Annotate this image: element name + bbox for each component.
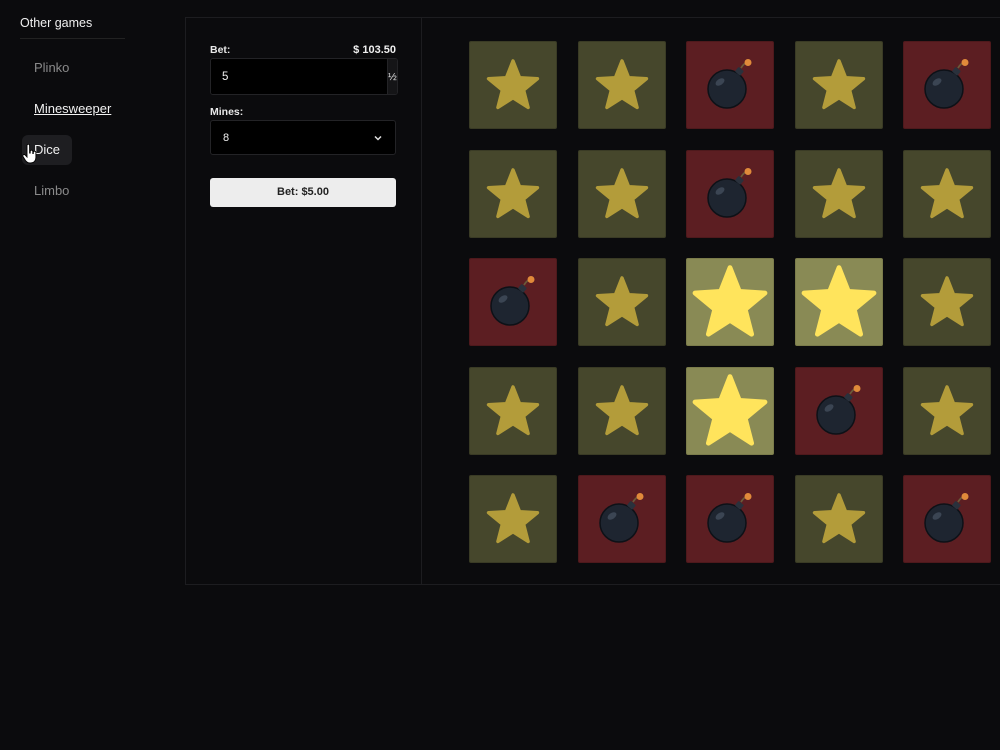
star-icon <box>486 384 540 435</box>
bomb-icon <box>490 276 535 326</box>
star-icon <box>595 384 648 435</box>
mine-tile[interactable] <box>686 258 774 346</box>
half-bet-button[interactable]: ½ <box>387 59 397 94</box>
bet-amount-input[interactable] <box>211 59 387 94</box>
mines-label: Mines: <box>210 106 244 118</box>
mine-tile[interactable] <box>794 366 883 455</box>
mine-tile[interactable] <box>794 258 883 346</box>
star-icon <box>812 167 865 218</box>
mine-tile[interactable] <box>794 41 883 129</box>
mine-tile[interactable] <box>469 475 557 563</box>
bomb-icon <box>598 493 643 543</box>
star-icon <box>920 276 974 327</box>
bomb-icon <box>924 493 969 543</box>
mine-tile[interactable] <box>577 258 666 346</box>
chevron-down-icon <box>374 135 382 141</box>
mine-tile[interactable] <box>577 149 666 238</box>
mines-select[interactable]: 8 <box>210 120 396 155</box>
nav-item-dice[interactable]: Dice <box>22 135 73 165</box>
star-icon <box>920 167 974 218</box>
star-icon <box>486 167 540 218</box>
nav-item-minesweeper[interactable]: Minesweeper <box>22 94 123 124</box>
mine-tile[interactable] <box>577 475 666 563</box>
mine-tile[interactable] <box>903 258 991 346</box>
bomb-icon <box>815 384 860 435</box>
mine-tile[interactable] <box>469 366 557 455</box>
star-icon <box>595 167 648 218</box>
star-icon <box>812 493 865 544</box>
mine-tile[interactable] <box>686 366 774 455</box>
balance-display: $ 103.50 <box>353 44 396 56</box>
sidebar: Other games Plinko Minesweeper Dice Limb… <box>0 0 160 750</box>
sidebar-title: Other games <box>20 16 125 39</box>
bet-label: Bet: <box>210 44 231 56</box>
star-icon <box>692 373 768 446</box>
bet-amount-row: ½ 2× <box>210 58 398 95</box>
mine-tile[interactable] <box>469 41 557 129</box>
bomb-icon <box>707 59 752 109</box>
mine-tile[interactable] <box>577 41 666 129</box>
mine-tile[interactable] <box>903 475 991 563</box>
mines-select-value: 8 <box>223 131 230 144</box>
star-icon <box>920 384 974 435</box>
mines-grid <box>469 41 1000 571</box>
star-icon <box>812 59 865 110</box>
nav-item-plinko[interactable]: Plinko <box>22 53 81 83</box>
nav-item-limbo[interactable]: Limbo <box>22 176 81 206</box>
mine-tile[interactable] <box>686 41 774 129</box>
bomb-icon <box>707 167 752 218</box>
bet-controls: Bet: $ 103.50 ½ 2× Mines: 8 Bet: $5.00 <box>186 18 422 584</box>
mine-tile[interactable] <box>577 366 666 455</box>
star-icon <box>486 59 540 110</box>
bomb-icon <box>924 59 969 109</box>
mine-tile[interactable] <box>903 149 991 238</box>
place-bet-button[interactable]: Bet: $5.00 <box>210 178 396 207</box>
mine-tile[interactable] <box>469 258 557 346</box>
mine-tile[interactable] <box>903 366 991 455</box>
mine-tile[interactable] <box>686 149 774 238</box>
star-icon <box>692 265 768 337</box>
star-icon <box>595 276 648 327</box>
mine-tile[interactable] <box>903 41 991 129</box>
mine-tile[interactable] <box>469 149 557 238</box>
star-icon <box>486 493 540 544</box>
mine-tile[interactable] <box>686 475 774 563</box>
star-icon <box>595 59 648 110</box>
game-panel: Bet: $ 103.50 ½ 2× Mines: 8 Bet: $5.00 <box>185 17 1000 585</box>
mine-tile[interactable] <box>794 475 883 563</box>
double-bet-button[interactable]: 2× <box>396 59 397 94</box>
star-icon <box>801 265 876 337</box>
bomb-icon <box>707 493 752 543</box>
mine-tile[interactable] <box>794 149 883 238</box>
